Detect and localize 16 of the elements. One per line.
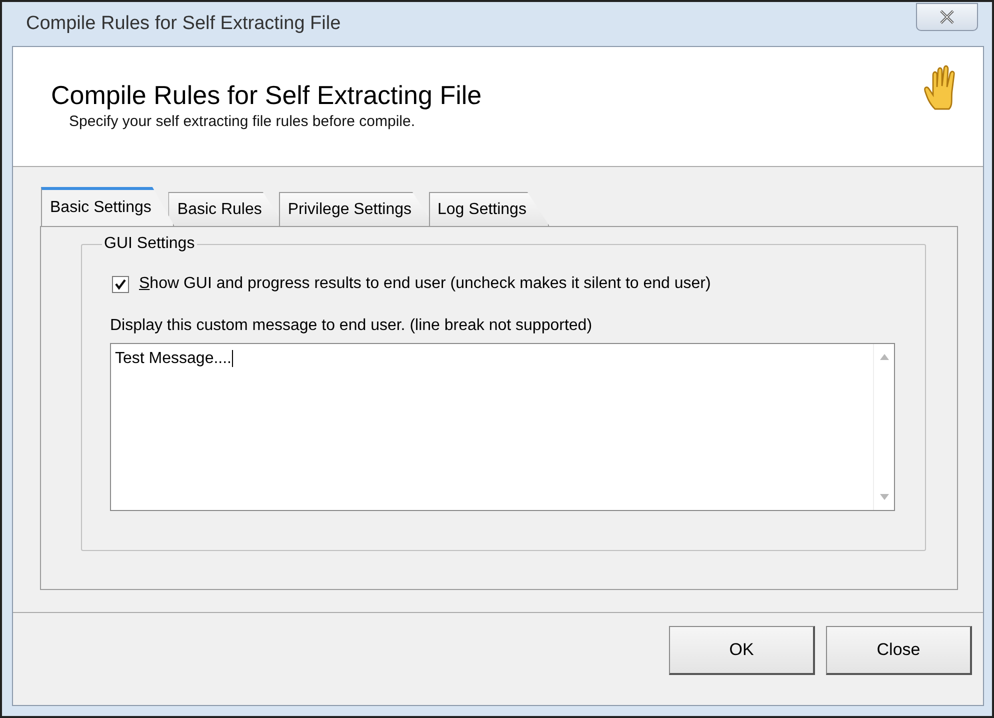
close-icon <box>939 10 955 24</box>
header-subtitle: Specify your self extracting file rules before compile. <box>69 113 416 130</box>
window-title: Compile Rules for Self Extracting File <box>25 13 341 35</box>
checkbox-label[interactable]: Show GUI and progress results to end user (uncheck makes it silent to end user) <box>139 275 711 293</box>
header-title: Compile Rules for Self Extracting File <box>51 80 482 111</box>
tab[interactable]: Log Settings <box>428 192 550 226</box>
ok-button[interactable]: OK <box>669 626 815 675</box>
group-title: GUI Settings <box>103 235 196 253</box>
tab[interactable]: Basic Settings <box>41 187 174 226</box>
message-label: Display this custom message to end user. (line break not supported) <box>110 317 594 335</box>
checkbox[interactable] <box>112 276 129 292</box>
scroll-up-icon <box>880 354 888 360</box>
close-dialog-button[interactable]: Close <box>826 626 972 675</box>
close-button[interactable] <box>916 3 978 31</box>
scroll-down-icon <box>880 494 888 500</box>
message-field[interactable]: Test Message.... <box>110 343 895 511</box>
